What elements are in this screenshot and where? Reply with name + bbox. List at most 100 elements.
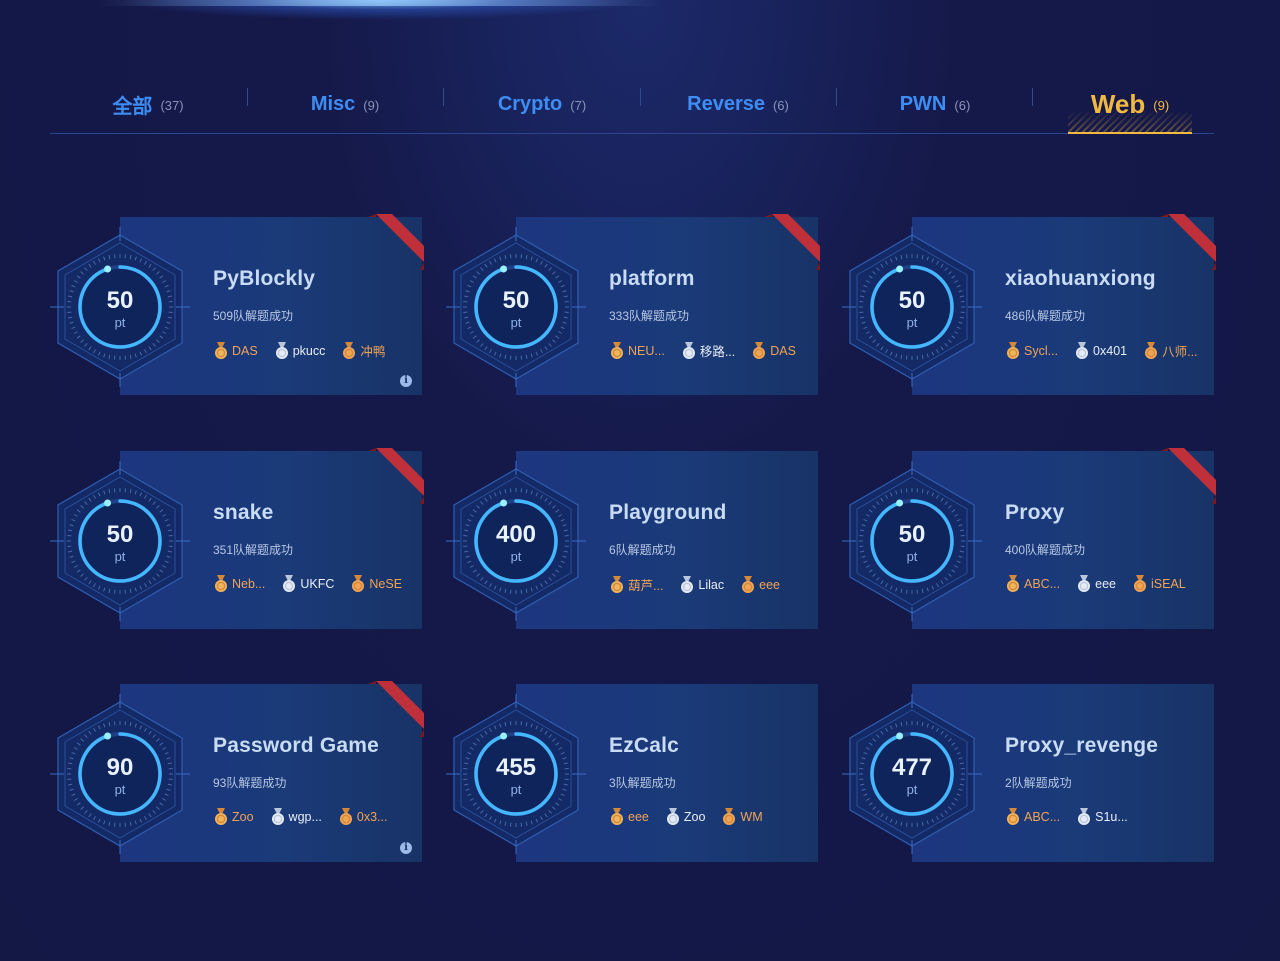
gold-medal-icon — [215, 575, 227, 592]
team-entry: 冲鸭 — [341, 341, 385, 360]
team-name: Neb... — [232, 577, 266, 591]
gold-medal-icon — [1007, 341, 1019, 359]
tab-label: 全部 — [112, 95, 153, 118]
challenge-card[interactable]: 50 pt Proxy 400队解题成功 ABC... eee iSEAL — [842, 448, 1216, 629]
challenge-card[interactable]: 90 pt Password Game 93队解题成功 Zoo wgp... 0… — [50, 681, 424, 862]
bronze-medal-icon — [339, 808, 352, 825]
team-entry: 0x3... — [338, 808, 388, 826]
team-name: DAS — [770, 343, 796, 358]
bronze-medal-icon — [723, 808, 736, 825]
tab-count: (37) — [160, 98, 184, 113]
team-entry: DAS — [213, 341, 258, 360]
challenge-title: EzCalc — [609, 734, 680, 757]
bronze-medal-icon — [1145, 341, 1158, 359]
tab-divider — [836, 88, 837, 106]
points-unit: pt — [906, 782, 918, 797]
solve-count: 400队解题成功 — [1005, 543, 1086, 557]
team-name: NeSE — [369, 577, 403, 591]
team-name: 冲鸭 — [360, 345, 386, 359]
tab-all[interactable]: 全部 (37) — [68, 75, 228, 133]
team-name: Lilac — [698, 577, 725, 592]
challenge-title: PyBlockly — [213, 267, 316, 290]
tab-count: (9) — [1153, 98, 1170, 113]
tab-count: (6) — [772, 98, 789, 113]
team-entry: eee — [609, 808, 649, 826]
points-unit: pt — [114, 315, 126, 330]
tab-pwn[interactable]: PWN (6) — [855, 75, 1015, 133]
gold-medal-icon — [215, 341, 227, 359]
tab-crypto[interactable]: Crypto (7) — [462, 75, 622, 133]
tab-reverse[interactable]: Reverse (6) — [658, 75, 818, 133]
top-teams: Zoo wgp... 0x3... — [213, 808, 403, 826]
points-unit: pt — [510, 315, 522, 330]
points-value: 90 — [106, 754, 134, 781]
points-unit: pt — [510, 549, 522, 564]
silver-medal-icon — [271, 808, 284, 825]
solve-count: 351队解题成功 — [213, 543, 294, 557]
challenge-card[interactable]: 400 pt Playground 6队解题成功 葫芦... Lilac eee — [446, 451, 818, 629]
points-value: 477 — [891, 754, 933, 781]
team-name: 八师... — [1162, 345, 1198, 359]
team-name: 葫芦... — [628, 579, 664, 593]
category-tabs: 全部 (37) Misc (9) Crypto (7) Reverse (6) PWN (… — [50, 75, 1214, 134]
top-teams: Neb... UKFC NeSE — [213, 575, 418, 593]
tab-misc[interactable]: Misc (9) — [265, 75, 425, 133]
team-entry: iSEAL — [1132, 575, 1186, 593]
team-name: 移路... — [699, 345, 736, 359]
tab-divider — [1032, 88, 1033, 106]
team-entry: Zoo — [665, 808, 705, 826]
top-teams: 葫芦... Lilac eee — [609, 575, 796, 594]
points-unit: pt — [510, 782, 522, 797]
team-name: Zoo — [232, 810, 254, 824]
tab-divider — [443, 88, 444, 106]
tab-label: Web — [1090, 88, 1146, 119]
top-teams: NEU... 移路... DAS — [609, 341, 812, 360]
silver-medal-icon — [1078, 575, 1091, 592]
challenge-card[interactable]: 50 pt platform 333队解题成功 NEU... 移路... DAS — [446, 214, 820, 395]
team-entry: 葫芦... — [609, 575, 663, 594]
team-name: 0x401 — [1093, 343, 1128, 358]
team-name: ABC... — [1024, 577, 1061, 591]
team-entry: 移路... — [681, 341, 735, 360]
team-name: eee — [628, 810, 649, 824]
challenge-title: Proxy — [1005, 501, 1065, 524]
points-value: 455 — [495, 754, 537, 781]
team-name: 0x3... — [356, 810, 388, 824]
points-value: 50 — [106, 287, 134, 314]
challenge-card[interactable]: 477 pt Proxy_revenge 2队解题成功 ABC... S1u..… — [842, 684, 1214, 862]
challenge-card[interactable]: 50 pt PyBlockly 509队解题成功 DAS pkucc 冲鸭 i — [50, 214, 424, 395]
tab-label: Crypto — [497, 92, 563, 115]
solved-ribbon-icon — [368, 448, 424, 504]
tab-count: (6) — [954, 98, 971, 113]
info-icon[interactable]: i — [400, 842, 412, 854]
team-name: UKFC — [300, 577, 335, 591]
silver-medal-icon — [1076, 341, 1089, 359]
solve-count: 3队解题成功 — [609, 776, 676, 790]
points-unit: pt — [906, 549, 918, 564]
team-entry: UKFC — [281, 575, 334, 593]
team-entry: WM — [721, 808, 763, 826]
team-entry: 0x401 — [1074, 341, 1127, 360]
team-name: ABC... — [1024, 810, 1061, 824]
tab-divider — [640, 88, 641, 106]
team-entry: eee — [740, 575, 780, 594]
points-unit: pt — [114, 549, 126, 564]
team-entry: S1u... — [1076, 808, 1128, 826]
challenge-title: snake — [213, 501, 274, 524]
team-entry: eee — [1076, 575, 1116, 593]
challenge-title: Proxy_revenge — [1005, 734, 1159, 757]
team-name: WM — [740, 810, 763, 824]
tab-count: (9) — [363, 98, 380, 113]
challenge-card[interactable]: 50 pt snake 351队解题成功 Neb... UKFC NeSE — [50, 448, 424, 629]
team-entry: wgp... — [270, 808, 322, 826]
info-icon[interactable]: i — [400, 375, 412, 387]
bronze-medal-icon — [742, 575, 755, 593]
team-name: DAS — [232, 343, 258, 358]
solved-ribbon-icon — [368, 214, 424, 270]
silver-medal-icon — [666, 808, 679, 825]
tab-web[interactable]: Web (9) — [1050, 75, 1210, 134]
team-name: eee — [759, 577, 780, 592]
challenge-card[interactable]: 455 pt EzCalc 3队解题成功 eee Zoo WM — [446, 684, 818, 862]
silver-medal-icon — [681, 575, 694, 593]
challenge-card[interactable]: 50 pt xiaohuanxiong 486队解题成功 Sycl... 0x4… — [842, 214, 1216, 395]
